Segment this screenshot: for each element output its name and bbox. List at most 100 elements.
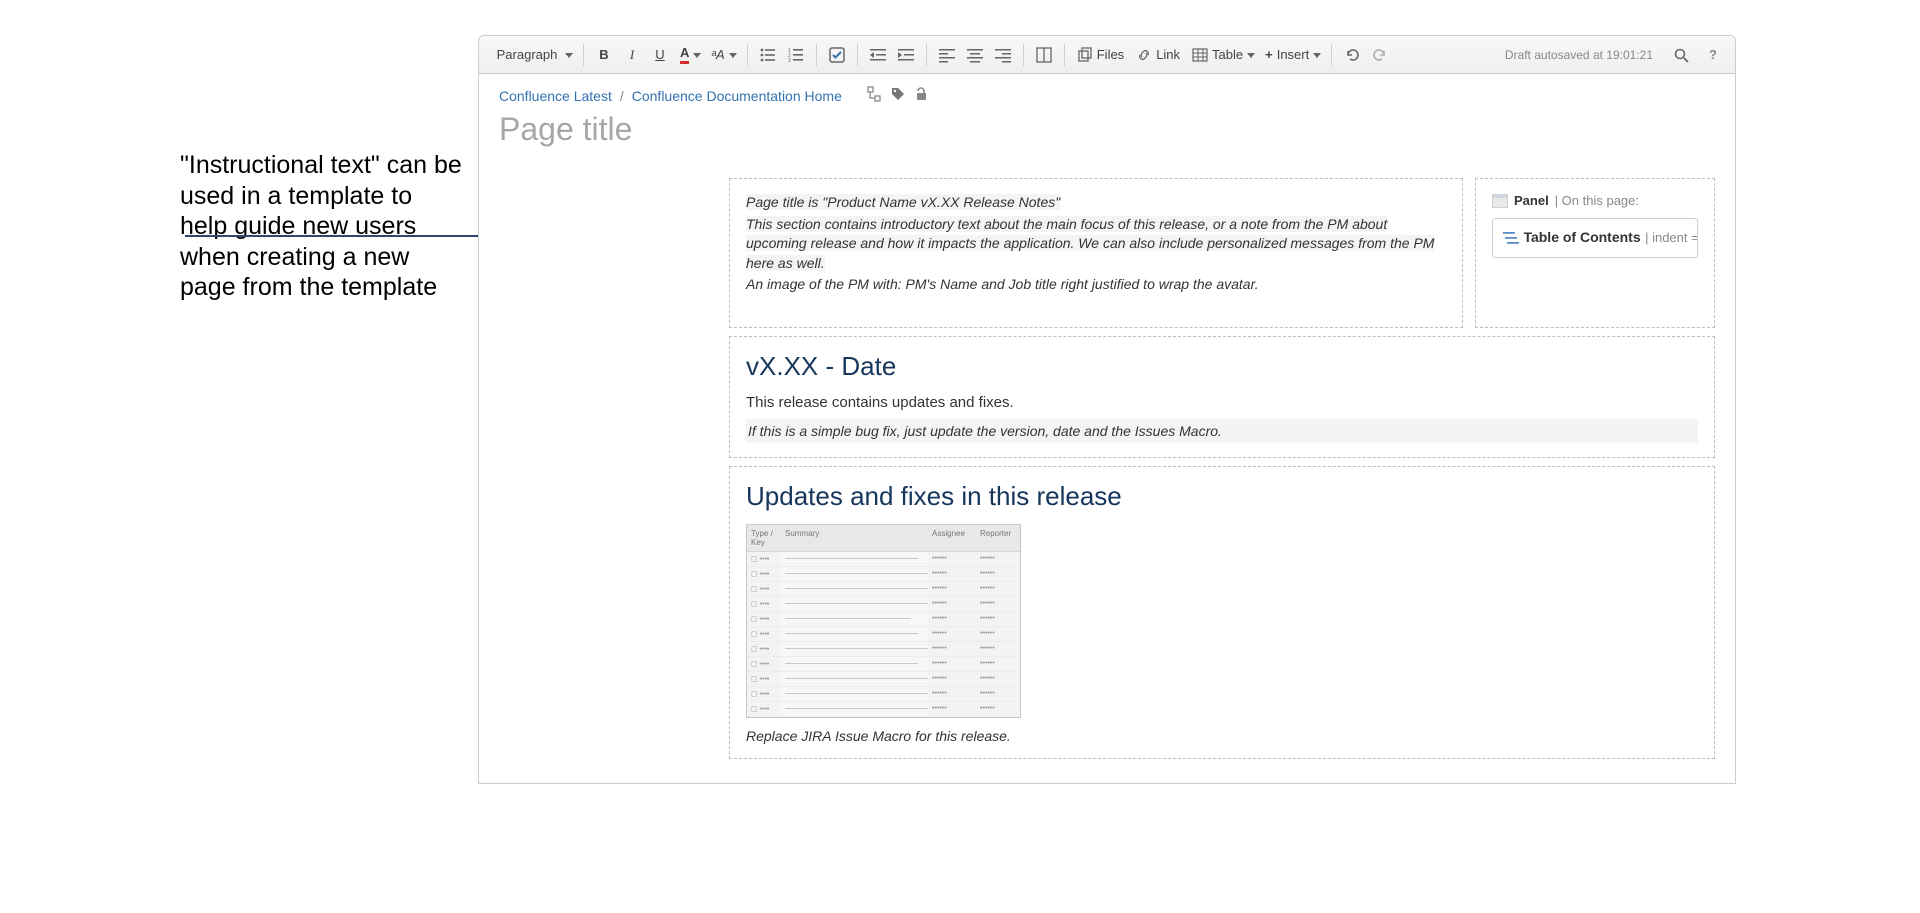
instr-line: Page title is "Product Name vX.XX Releas… [746,194,1060,210]
page-layout-button[interactable] [1030,41,1058,69]
location-icon[interactable] [866,86,882,105]
toc-icon [1503,231,1519,245]
italic-button[interactable]: I [618,41,646,69]
align-right-icon [995,47,1011,63]
jira-row: ▢ ••••——————————————————•••••••••••• [747,612,1020,627]
panel-label: Panel [1514,193,1549,208]
numbered-list-button[interactable]: 123 [782,41,810,69]
link-icon [1136,47,1152,63]
instructional-text-block: Page title is "Product Name vX.XX Releas… [746,193,1446,295]
labels-icon[interactable] [890,86,906,105]
jira-row: ▢ ••••———————————————————•••••••••••• [747,552,1020,567]
link-label: Link [1156,47,1180,62]
redo-icon [1372,47,1388,63]
insert-button[interactable]: + Insert [1259,41,1325,69]
separator [583,44,584,66]
annotation-left: "Instructional text" can be used in a te… [180,150,465,303]
jira-col-summary: Summary [781,525,928,551]
separator [1023,44,1024,66]
jira-col-reporter: Reporter [976,525,1020,551]
indent-icon [898,47,914,63]
editor-window: Paragraph B I U A ᵃA 123 [478,35,1736,784]
align-left-button[interactable] [933,41,961,69]
underline-button[interactable]: U [646,41,674,69]
jira-row: ▢ ••••——————————————————————————————••••… [747,567,1020,582]
undo-icon [1344,47,1360,63]
redo-button[interactable] [1366,41,1394,69]
layout-cell-version[interactable]: vX.XX - Date This release contains updat… [729,336,1715,458]
align-center-button[interactable] [961,41,989,69]
breadcrumb: Confluence Latest / Confluence Documenta… [499,86,1715,105]
panel-icon [1492,194,1508,208]
page-layout-icon [1036,47,1052,63]
editor-body: Confluence Latest / Confluence Documenta… [479,74,1735,783]
separator [747,44,748,66]
outdent-button[interactable] [864,41,892,69]
help-button[interactable]: ? [1699,41,1727,69]
files-button[interactable]: Files [1071,41,1130,69]
link-button[interactable]: Link [1130,41,1186,69]
instr-line: This section contains introductory text … [746,216,1434,271]
section-body: This release contains updates and fixes. [746,394,1698,411]
jira-table-header: Type / Key Summary Assignee Reporter [747,525,1020,552]
page-title-input[interactable]: Page title [499,111,1715,148]
paragraph-style-select[interactable]: Paragraph [487,41,577,69]
indent-button[interactable] [892,41,920,69]
jira-row: ▢ ••••——————————————————————•••••••••••• [747,687,1020,702]
files-icon [1077,47,1093,63]
table-button[interactable]: Table [1186,41,1259,69]
more-formatting-button[interactable]: ᵃA [705,41,740,69]
plus-icon: + [1265,47,1273,62]
layout-cell-intro[interactable]: Page title is "Product Name vX.XX Releas… [729,178,1463,328]
table-icon [1192,47,1208,63]
jira-row: ▢ ••••———————————————————•••••••••••• [747,627,1020,642]
separator [816,44,817,66]
panel-macro-header: Panel | On this page: [1492,193,1698,208]
toc-label: Table of Contents [1523,229,1640,245]
section-heading-updates: Updates and fixes in this release [746,481,1698,512]
jira-row: ▢ ••••————————————————————————————••••••… [747,597,1020,612]
text-color-button[interactable]: A [674,41,705,69]
undo-button[interactable] [1338,41,1366,69]
insert-label: Insert [1277,47,1310,62]
toc-macro[interactable]: Table of Contents | indent = 0 | m [1492,218,1698,258]
outdent-icon [870,47,886,63]
editor-toolbar: Paragraph B I U A ᵃA 123 [479,36,1735,74]
breadcrumb-separator: / [620,88,624,104]
separator [926,44,927,66]
jira-row: ▢ ••••—————————————————————————•••••••••… [747,672,1020,687]
jira-row: ▢ ••••———————————————————•••••••••••• [747,657,1020,672]
files-label: Files [1097,47,1124,62]
instr-line: An image of the PM with: PM's Name and J… [746,275,1446,295]
instructional-text: If this is a simple bug fix, just update… [746,419,1698,443]
bullet-list-button[interactable] [754,41,782,69]
restrictions-icon[interactable] [914,86,930,105]
jira-row: ▢ ••••———————————————————————————•••••••… [747,582,1020,597]
separator [1331,44,1332,66]
jira-row: ▢ ••••—————————————————————————•••••••••… [747,642,1020,657]
jira-caption-instructional: Replace JIRA Issue Macro for this releas… [746,728,1698,744]
separator [1064,44,1065,66]
align-right-button[interactable] [989,41,1017,69]
bullet-list-icon [760,47,776,63]
find-replace-button[interactable] [1667,41,1695,69]
jira-row: ▢ ••••————————————————————————————••••••… [747,702,1020,717]
search-icon [1673,47,1689,63]
numbered-list-icon: 123 [788,47,804,63]
jira-col-assignee: Assignee [928,525,976,551]
align-center-icon [967,47,983,63]
task-list-button[interactable] [823,41,851,69]
table-label: Table [1212,47,1243,62]
toc-meta: | indent = 0 | m [1645,230,1698,245]
jira-issues-macro[interactable]: Type / Key Summary Assignee Reporter ▢ •… [746,524,1021,718]
breadcrumb-link-space[interactable]: Confluence Latest [499,88,612,104]
layout-cell-panel[interactable]: Panel | On this page: Table of Contents … [1475,178,1715,328]
section-heading-version: vX.XX - Date [746,351,1698,382]
bold-button[interactable]: B [590,41,618,69]
checkbox-icon [829,47,845,63]
autosave-status: Draft autosaved at 19:01:21 [1505,48,1653,62]
svg-text:3: 3 [788,58,791,63]
breadcrumb-link-parent[interactable]: Confluence Documentation Home [632,88,842,104]
panel-suffix: | On this page: [1555,193,1639,208]
layout-cell-updates[interactable]: Updates and fixes in this release Type /… [729,466,1715,759]
